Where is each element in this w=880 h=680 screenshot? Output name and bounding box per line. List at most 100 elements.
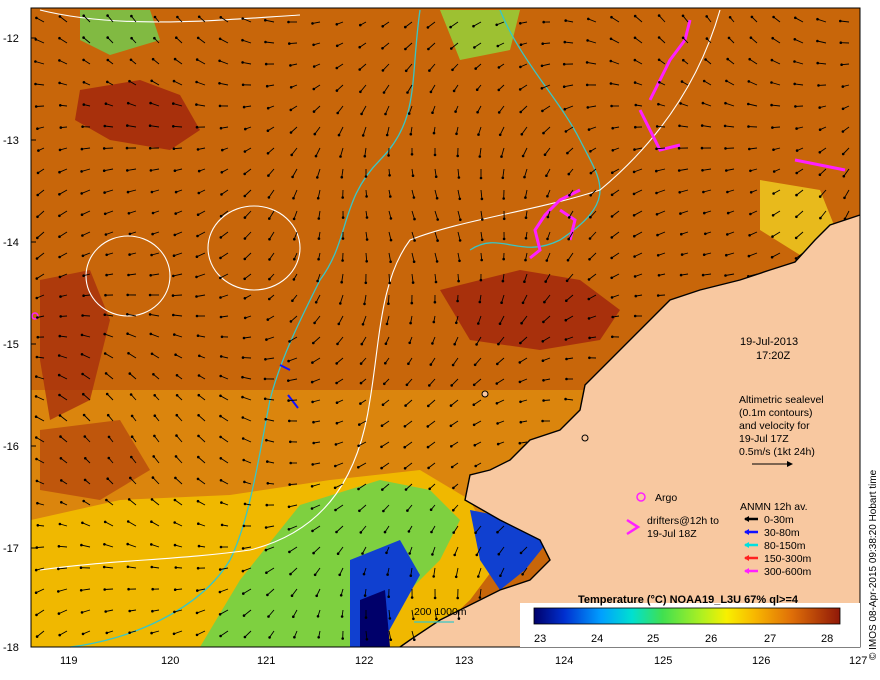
velocity-vector-head [520,321,523,325]
velocity-vector-head [542,379,545,382]
velocity-vector-head [219,214,223,218]
velocity-vector-head [633,275,637,278]
velocity-vector-head [816,39,819,43]
velocity-vector-head [341,237,345,240]
velocity-vector-head [80,543,83,547]
velocity-vector-head [678,191,681,194]
velocity-vector-head [219,355,223,358]
velocity-vector-head [289,572,292,576]
velocity-vector-head [497,66,501,69]
velocity-vector-head [472,423,476,427]
velocity-vector-head [524,258,527,262]
velocity-vector-head [35,296,39,300]
velocity-vector-head [383,382,386,386]
velocity-vector-head [452,89,456,93]
velocity-vector-head [105,392,109,396]
velocity-vector-head [771,36,774,40]
velocity-vector-head [341,216,345,219]
velocity-vector-head [542,20,545,24]
velocity-vector-head [219,634,222,638]
velocity-vector-head [381,488,384,491]
velocity-vector-head [82,274,85,278]
velocity-vector-head [771,214,775,217]
velocity-vector-head [519,420,523,424]
velocity-vector-head [610,193,614,197]
velocity-vector-head [750,15,754,19]
velocity-vector-head [153,15,157,19]
velocity-vector-head [79,566,83,569]
velocity-vector-head [632,170,636,174]
svg-text:19-Jul 17Z: 19-Jul 17Z [739,433,789,445]
velocity-vector-head [567,237,570,241]
velocity-vector-head [103,191,106,194]
velocity-vector-head [287,399,290,402]
velocity-vector-head [171,294,175,297]
velocity-vector-head [413,239,416,242]
velocity-vector-head [150,565,154,569]
velocity-vector-head [495,23,499,27]
velocity-vector-head [497,552,501,556]
velocity-vector-head [450,47,453,50]
velocity-vector-head [388,174,391,177]
velocity-vector-head [242,592,245,595]
velocity-vector-head [818,128,822,131]
velocity-vector-head [456,154,460,158]
velocity-vector-head [431,111,434,114]
velocity-vector-head [358,423,361,426]
velocity-vector-head [609,37,613,41]
velocity-vector-head [450,445,453,448]
velocity-vector-head [82,14,85,17]
velocity-vector-head [816,61,819,65]
velocity-vector-head [357,487,360,491]
velocity-vector-head [126,520,130,523]
velocity-vector-head [60,501,63,504]
velocity-vector-head [364,616,368,619]
velocity-vector-head [58,148,62,152]
velocity-vector-head [172,254,176,257]
velocity-vector-head [151,609,154,613]
velocity-vector-head [151,232,154,236]
velocity-vector-head [843,217,847,221]
velocity-vector-head [433,596,437,600]
velocity-vector-head [196,234,199,238]
velocity-vector-head [289,64,292,67]
velocity-vector-head [817,84,820,87]
velocity-vector-head [241,416,245,419]
velocity-vector-head [148,124,152,127]
velocity-vector-head [241,38,244,42]
velocity-vector-head [219,276,222,280]
velocity-vector-head [610,15,613,19]
velocity-vector-head [173,543,177,547]
velocity-vector-head [153,394,156,397]
velocity-vector-head [220,171,224,174]
velocity-vector-head [407,362,410,366]
velocity-vector-head [150,253,153,257]
velocity-vector-head [268,258,271,261]
velocity-vector-head [472,403,476,407]
velocity-vector-head [34,415,38,419]
velocity-vector-head [359,381,363,385]
velocity-vector-head [287,20,290,24]
svg-text:0.5m/s (1kt 24h): 0.5m/s (1kt 24h) [739,446,815,458]
velocity-vector-head [408,341,412,345]
velocity-vector-head [335,66,339,70]
velocity-vector-head [336,342,339,346]
velocity-vector-head [125,146,129,150]
velocity-vector-head [519,65,522,69]
velocity-vector-head [289,108,293,112]
velocity-vector-head [458,259,461,263]
velocity-vector-head [611,171,614,174]
velocity-vector-head [314,301,318,304]
velocity-vector-head [150,498,154,501]
velocity-vector-head [427,47,430,51]
velocity-vector-head [409,321,412,325]
velocity-vector-head [457,279,460,283]
velocity-vector-head [633,14,637,18]
bathymetry-legend-label: 200 1000m [414,606,467,618]
velocity-vector-head [449,424,453,428]
velocity-vector-head [545,259,549,262]
velocity-vector-head [36,171,40,175]
velocity-vector-head [172,632,176,636]
velocity-vector-head [172,313,175,317]
velocity-vector-head [545,174,548,177]
